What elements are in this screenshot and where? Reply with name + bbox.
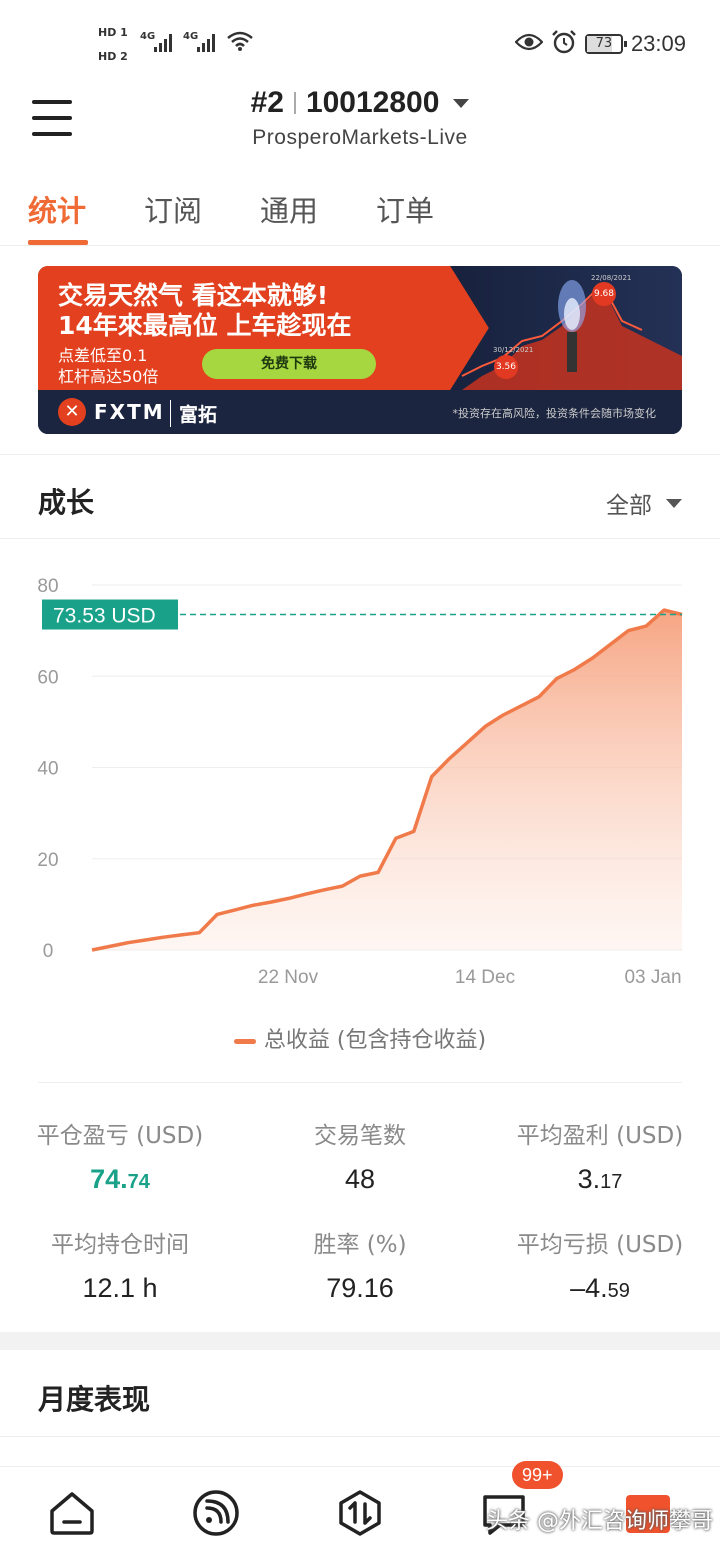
chevron-down-icon <box>453 98 470 108</box>
alarm-icon <box>551 30 577 58</box>
account-number: 10012800 <box>305 86 440 119</box>
sim2-label: HD 2 <box>98 50 128 63</box>
watermark-text: 头条 @外汇咨询师攀哥 <box>486 1509 713 1534</box>
stat-avg-profit: 平均盈利 (USD) 3.17 <box>480 1116 720 1195</box>
home-icon[interactable] <box>48 1489 96 1537</box>
y-tick-label: 20 <box>37 850 58 871</box>
risk-disclaimer: *投资存在高风险，投资条件会随市场变化 <box>452 407 657 420</box>
stat-label: 平均持仓时间 <box>51 1232 189 1258</box>
price-bubble: 3.56 <box>494 355 518 379</box>
network-type-label: 4G <box>140 31 156 42</box>
stat-closed-pnl: 平仓盈亏 (USD) 74.74 <box>0 1116 240 1195</box>
y-tick-label: 60 <box>37 667 58 688</box>
tab-bar: 统计 订阅 通用 订单 <box>0 178 720 246</box>
chart-legend[interactable]: 总收益 (包含持仓收益) <box>0 1022 720 1054</box>
x-tick-label: 22 Nov <box>258 967 319 988</box>
y-tick-label: 40 <box>37 759 58 780</box>
clock: 23:09 <box>630 31 686 56</box>
download-button[interactable]: 免费下载 <box>202 349 376 379</box>
growth-area <box>92 610 682 950</box>
growth-title: 成长 <box>38 486 95 519</box>
unread-badge: 99+ <box>512 1461 563 1489</box>
brand-name-cn: 富拓 <box>170 400 217 427</box>
bubble-date: 22/08/2021 <box>591 274 632 282</box>
banner-leverage-text: 杠杆高达50倍 <box>58 367 159 386</box>
growth-chart-svg: 73.53 USD 0 20 40 60 80 22 Nov 14 Dec 03 Jan <box>37 576 683 988</box>
bubble-date: 30/12/2021 <box>493 346 534 354</box>
stat-win-rate: 胜率 (%) 79.16 <box>240 1225 480 1304</box>
sim1-label: HD 1 <box>98 26 128 39</box>
account-index: #2 <box>250 86 284 119</box>
stat-avg-loss: 平均亏损 (USD) –4.59 <box>480 1225 720 1304</box>
legend-label: 总收益 (包含持仓收益) <box>263 1028 487 1053</box>
active-tab-indicator <box>28 240 88 245</box>
status-bar: HD 1 HD 2 4G 4G 73 23:09 <box>0 0 720 88</box>
y-tick-label: 80 <box>37 576 58 597</box>
stat-value: 3.17 <box>577 1164 623 1194</box>
range-label: 全部 <box>606 493 652 519</box>
wifi-icon <box>226 30 254 56</box>
stat-label: 平均亏损 (USD) <box>516 1232 684 1258</box>
divider <box>0 1436 720 1437</box>
stat-label: 平均盈利 (USD) <box>516 1123 684 1149</box>
battery-level: 73 <box>595 36 613 51</box>
bottom-nav: 99+ 头条 @外汇咨询师攀哥 <box>0 1461 720 1560</box>
stat-avg-holding-time: 平均持仓时间 12.1 h <box>0 1225 240 1304</box>
stat-value: 79.16 <box>326 1273 394 1303</box>
legend-swatch <box>233 1038 256 1044</box>
growth-chart[interactable]: 73.53 USD 0 20 40 60 80 22 Nov 14 Dec 03 Jan <box>0 560 720 1000</box>
price-bubble: 9.68 <box>592 282 616 306</box>
monthly-performance-title: 月度表现 <box>38 1383 151 1416</box>
x-tick-label: 03 Jan <box>624 967 681 988</box>
stat-label: 交易笔数 <box>314 1123 406 1149</box>
x-tick-label: 14 Dec <box>455 967 515 988</box>
trade-icon[interactable] <box>336 1489 384 1537</box>
ad-banner[interactable]: 交易天然气 看这本就够! 14年來最高位 上车趁现在 点差低至0.1 杠杆高达5… <box>38 266 682 434</box>
tab-statistics[interactable]: 统计 <box>28 188 86 230</box>
current-value-label: 73.53 USD <box>53 605 156 628</box>
stat-label: 胜率 (%) <box>313 1232 407 1258</box>
tab-orders[interactable]: 订单 <box>376 188 434 230</box>
chevron-down-icon <box>666 498 682 508</box>
battery-icon: 73 <box>584 34 627 54</box>
stat-value: –4.59 <box>570 1273 630 1303</box>
account-selector[interactable]: #2 10012800 ProsperoMarkets-Live <box>0 86 720 150</box>
server-name: ProsperoMarkets-Live <box>252 126 468 149</box>
y-tick-label: 0 <box>43 941 54 962</box>
divider <box>0 538 720 539</box>
stat-value: 12.1 h <box>82 1273 158 1303</box>
feed-icon[interactable] <box>192 1489 240 1537</box>
network-type-label: 4G <box>183 31 199 42</box>
stat-trade-count: 交易笔数 48 <box>240 1116 480 1195</box>
tab-subscribe[interactable]: 订阅 <box>144 188 202 230</box>
tab-general[interactable]: 通用 <box>260 188 318 230</box>
stat-label: 平仓盈亏 (USD) <box>36 1123 204 1149</box>
stat-value: 74.74 <box>90 1164 150 1194</box>
eye-icon <box>514 32 544 56</box>
divider <box>38 1082 682 1083</box>
brand-name: FXTM <box>94 400 165 424</box>
divider <box>0 454 720 455</box>
current-value-tag: 73.53 USD <box>42 599 178 630</box>
banner-headline-2: 14年來最高位 上车趁现在 <box>58 311 352 340</box>
range-selector[interactable]: 全部 <box>606 486 682 520</box>
fxtm-logo-icon: ✕ <box>58 398 86 426</box>
stat-value: 48 <box>344 1164 376 1194</box>
divider <box>293 92 296 114</box>
banner-footer: ✕ FXTM 富拓 *投资存在高风险，投资条件会随市场变化 <box>38 390 682 434</box>
section-gap <box>0 1332 720 1350</box>
